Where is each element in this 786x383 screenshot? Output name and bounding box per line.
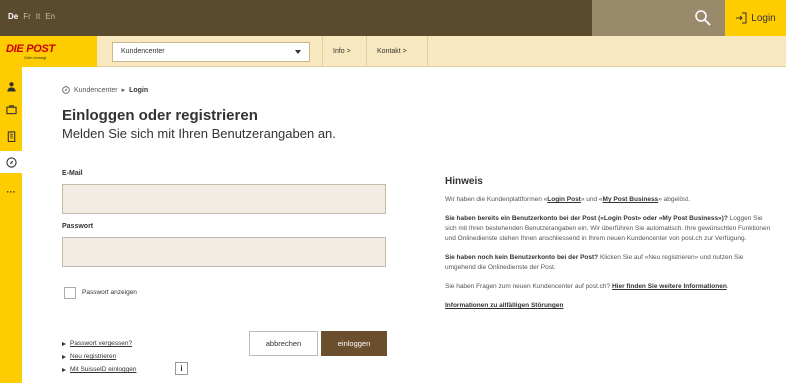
logo-text: DIE POST bbox=[6, 43, 55, 55]
language-fr[interactable]: Fr bbox=[23, 12, 31, 21]
kundencenter-select-value: Kundencenter bbox=[121, 48, 165, 55]
hint-paragraph-1: Wir haben die Kundenplattformen «Login P… bbox=[445, 195, 775, 205]
sidebar-item-person[interactable] bbox=[0, 75, 22, 97]
hint-p1-mid: » und « bbox=[580, 196, 603, 203]
building-icon bbox=[7, 130, 15, 142]
sidebar: ··· bbox=[0, 67, 22, 383]
suisseid-login-link[interactable]: Mit SuisseID einloggen bbox=[62, 363, 136, 376]
register-link[interactable]: Neu registrieren bbox=[62, 350, 136, 363]
hint-paragraph-5: Informationen zu allfälligen Störungen bbox=[445, 301, 775, 311]
briefcase-icon bbox=[5, 104, 17, 114]
hint-p4-text: Sie haben Fragen zum neuen Kundencenter … bbox=[445, 283, 612, 290]
top-bar: De Fr It En Login bbox=[0, 0, 786, 36]
login-arrow-icon bbox=[736, 12, 747, 24]
sidebar-item-company[interactable] bbox=[0, 125, 22, 147]
email-label: E-Mail bbox=[62, 170, 83, 177]
language-it[interactable]: It bbox=[36, 12, 40, 21]
show-password-label: Passwort anzeigen bbox=[82, 289, 137, 296]
compass-icon bbox=[5, 156, 17, 168]
hint-paragraph-3: Sie haben noch kein Benutzerkonto bei de… bbox=[445, 253, 775, 273]
breadcrumb-current: Login bbox=[129, 86, 149, 94]
hint-title: Hinweis bbox=[445, 176, 483, 187]
hint-p1-pre: Wir haben die Kundenplattformen « bbox=[445, 196, 548, 203]
logo-tagline: Gelb bewegt bbox=[24, 55, 47, 60]
password-field[interactable] bbox=[62, 237, 386, 267]
info-icon[interactable]: i bbox=[175, 362, 188, 375]
search-icon[interactable] bbox=[694, 9, 712, 27]
page-subtitle: Melden Sie sich mit Ihren Benutzerangabe… bbox=[62, 126, 336, 141]
hint-paragraph-2: Sie haben bereits ein Benutzerkonto bei … bbox=[445, 214, 775, 244]
login-button-label: Login bbox=[751, 12, 776, 24]
kundencenter-select[interactable]: Kundencenter bbox=[112, 42, 310, 62]
cancel-button[interactable]: abbrechen bbox=[249, 331, 318, 356]
disruptions-info-link[interactable]: Informationen zu allfälligen Störungen bbox=[445, 302, 563, 309]
more-icon: ··· bbox=[6, 187, 16, 197]
compass-icon bbox=[62, 86, 70, 94]
email-field[interactable] bbox=[62, 184, 386, 214]
nav-info[interactable]: Info > bbox=[322, 36, 366, 67]
die-post-logo[interactable]: DIE POST Gelb bewegt bbox=[0, 36, 97, 67]
hint-p3-bold: Sie haben noch kein Benutzerkonto bei de… bbox=[445, 254, 599, 261]
person-icon bbox=[6, 81, 16, 92]
show-password-checkbox[interactable] bbox=[64, 287, 76, 299]
login-post-link[interactable]: Login Post bbox=[547, 196, 581, 203]
password-label: Passwort bbox=[62, 223, 94, 230]
hint-p2-bold: Sie haben bereits ein Benutzerkonto bei … bbox=[445, 215, 728, 222]
more-info-link[interactable]: Hier finden Sie weitere Informationen bbox=[612, 283, 727, 290]
sidebar-item-kundencenter[interactable] bbox=[0, 151, 22, 173]
form-links: Passwort vergessen? Neu registrieren Mit… bbox=[62, 337, 136, 376]
hint-paragraph-4: Sie haben Fragen zum neuen Kundencenter … bbox=[445, 282, 775, 292]
sidebar-item-business[interactable] bbox=[0, 98, 22, 120]
language-en[interactable]: En bbox=[45, 12, 55, 21]
language-de[interactable]: De bbox=[8, 12, 18, 21]
sidebar-item-more[interactable]: ··· bbox=[0, 181, 22, 203]
submit-login-button[interactable]: einloggen bbox=[321, 331, 387, 356]
page-title: Einloggen oder registrieren bbox=[62, 107, 258, 124]
breadcrumb: Kundencenter ▸ Login bbox=[62, 86, 148, 94]
language-switcher: De Fr It En bbox=[8, 12, 55, 21]
hint-panel: Hinweis Wir haben die Kundenplattformen … bbox=[445, 177, 775, 320]
chevron-down-icon bbox=[295, 50, 301, 54]
login-button[interactable]: Login bbox=[725, 0, 786, 36]
breadcrumb-root[interactable]: Kundencenter bbox=[74, 87, 118, 94]
hint-p4-end: . bbox=[726, 283, 729, 290]
my-post-business-link[interactable]: My Post Business bbox=[603, 196, 659, 203]
breadcrumb-separator: ▸ bbox=[121, 87, 126, 94]
hint-p1-post: » abgelöst. bbox=[658, 196, 690, 203]
nav-kontakt[interactable]: Kontakt > bbox=[366, 36, 428, 67]
forgot-password-link[interactable]: Passwort vergessen? bbox=[62, 337, 136, 350]
